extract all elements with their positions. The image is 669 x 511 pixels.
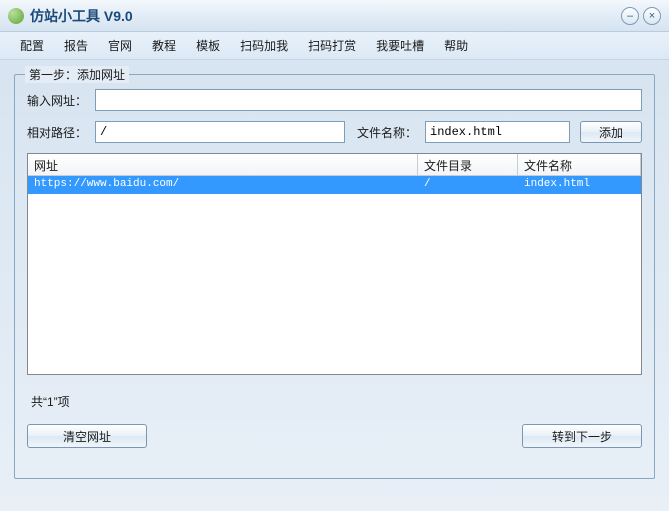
menu-qr-addme[interactable]: 扫码加我	[230, 33, 298, 58]
row-url: 输入网址：	[27, 89, 642, 111]
col-header-url[interactable]: 网址	[28, 154, 418, 175]
menu-config[interactable]: 配置	[10, 33, 54, 58]
clear-button[interactable]: 清空网址	[27, 424, 147, 448]
menu-report[interactable]: 报告	[54, 33, 98, 58]
label-url: 输入网址：	[27, 92, 95, 109]
filename-input[interactable]	[425, 121, 570, 143]
col-header-dir[interactable]: 文件目录	[418, 154, 518, 175]
table-header: 网址 文件目录 文件名称	[28, 154, 641, 176]
footer-row: 共“1”项	[27, 393, 642, 410]
cell-filename: index.html	[518, 176, 641, 194]
menu-feedback[interactable]: 我要吐槽	[366, 33, 434, 58]
col-header-filename[interactable]: 文件名称	[518, 154, 641, 175]
menu-tutorial[interactable]: 教程	[142, 33, 186, 58]
table-row[interactable]: https://www.baidu.com/ / index.html	[28, 176, 641, 194]
row-count: 共“1”项	[27, 393, 70, 410]
cell-dir: /	[418, 176, 518, 194]
titlebar: 仿站小工具 V9.0 – ×	[0, 0, 669, 32]
step1-legend: 第一步：添加网址	[25, 66, 129, 83]
step1-fieldset: 第一步：添加网址 输入网址： 相对路径： 文件名称： 添加 网址 文件目录 文件…	[14, 74, 655, 479]
menu-help[interactable]: 帮助	[434, 33, 478, 58]
window-title: 仿站小工具 V9.0	[30, 6, 617, 26]
cell-url: https://www.baidu.com/	[28, 176, 418, 194]
add-button[interactable]: 添加	[580, 121, 642, 143]
close-button[interactable]: ×	[643, 7, 661, 25]
menu-site[interactable]: 官网	[98, 33, 142, 58]
next-button[interactable]: 转到下一步	[522, 424, 642, 448]
url-table: 网址 文件目录 文件名称 https://www.baidu.com/ / in…	[27, 153, 642, 375]
row-path: 相对路径： 文件名称： 添加	[27, 121, 642, 143]
menu-template[interactable]: 模板	[186, 33, 230, 58]
app-icon	[8, 8, 24, 24]
label-filename: 文件名称：	[357, 124, 425, 141]
url-input[interactable]	[95, 89, 642, 111]
path-input[interactable]	[95, 121, 345, 143]
menubar: 配置 报告 官网 教程 模板 扫码加我 扫码打赏 我要吐槽 帮助	[0, 32, 669, 60]
label-path: 相对路径：	[27, 124, 95, 141]
menu-qr-tip[interactable]: 扫码打赏	[298, 33, 366, 58]
button-row: 清空网址 转到下一步	[27, 424, 642, 448]
minimize-button[interactable]: –	[621, 7, 639, 25]
content-area: 第一步：添加网址 输入网址： 相对路径： 文件名称： 添加 网址 文件目录 文件…	[0, 60, 669, 489]
